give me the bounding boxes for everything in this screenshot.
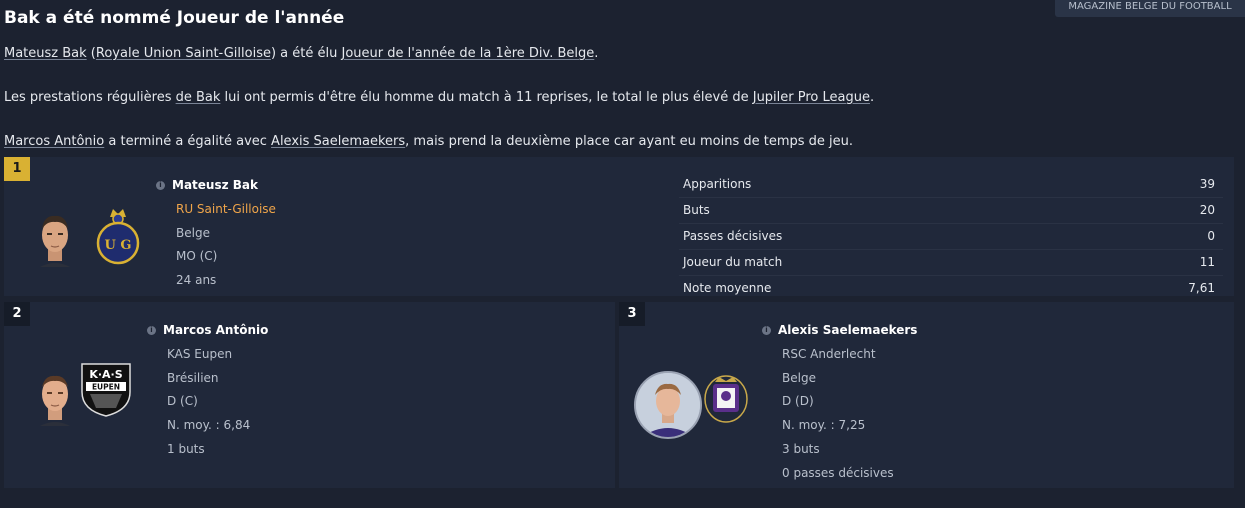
stat-row: Note moyenne 7,61 [683,281,1215,295]
rsca-crest-icon[interactable] [703,374,749,424]
player-club[interactable]: RU Saint-Gilloise [176,202,276,216]
svg-text:K·A·S: K·A·S [89,368,122,381]
news-headline: Bak a été nommé Joueur de l'année [4,8,345,28]
player-rating: N. moy. : 6,84 [167,418,251,432]
player-assists: 0 passes décisives [782,466,894,480]
player-photo-icon [636,373,700,437]
player-position: D (C) [167,394,198,408]
player-name[interactable]: Mateusz Bak [172,178,258,192]
league-link[interactable]: Jupiler Pro League [753,90,870,105]
player-name[interactable]: Alexis Saelemaekers [778,323,917,337]
player-link[interactable]: Marcos Antônio [4,134,104,149]
rank-badge: 2 [4,302,30,326]
player-nationality: Belge [782,371,816,385]
paragraph-2: Les prestations régulières de Bak lui on… [4,90,875,105]
player-photo[interactable] [634,371,702,439]
paragraph-3: Marcos Antônio a terminé a égalité avec … [4,134,854,149]
award-link[interactable]: Joueur de l'année de la 1ère Div. Belge [341,46,594,61]
info-icon[interactable]: i [762,326,771,335]
source-tag: MAGAZINE BELGE DU FOOTBALL [1055,0,1245,17]
player-goals: 3 buts [782,442,820,456]
info-icon[interactable]: i [147,326,156,335]
rank-badge: 3 [619,302,645,326]
svg-text:EUPEN: EUPEN [92,383,120,392]
player-age: 24 ans [176,273,217,287]
player-position: D (D) [782,394,814,408]
kas-eupen-crest-icon[interactable]: K·A·S EUPEN [80,362,132,418]
player-club[interactable]: RSC Anderlecht [782,347,876,361]
stats-table: Apparitions 39 Buts 20 Passes décisives … [679,172,1223,301]
player-link[interactable]: Alexis Saelemaekers [271,134,405,149]
player-face-icon[interactable] [32,209,78,267]
stat-row: Passes décisives 0 [679,224,1223,250]
player-nationality: Brésilien [167,371,219,385]
player-link[interactable]: Mateusz Bak [4,46,87,61]
runner-up-card[interactable]: 2 K·A·S EUPEN i Marcos Antônio KAS Eupen… [4,302,615,488]
player-face-icon[interactable] [32,368,78,426]
player-position: MO (C) [176,249,218,263]
third-place-card[interactable]: 3 i Alexis Saelemaekers RSC Anderlecht B… [619,302,1234,488]
player-goals: 1 buts [167,442,205,456]
player-nationality: Belge [176,226,210,240]
player-club[interactable]: KAS Eupen [167,347,232,361]
club-link[interactable]: Royale Union Saint-Gilloise [96,46,271,61]
usg-crest-icon[interactable]: U G [96,205,140,265]
player-name[interactable]: Marcos Antônio [163,323,268,337]
stat-row: Buts 20 [679,198,1223,224]
paragraph-1: Mateusz Bak (Royale Union Saint-Gilloise… [4,46,599,61]
stat-row: Apparitions 39 [679,172,1223,198]
player-rating: N. moy. : 7,25 [782,418,866,432]
rank-badge: 1 [4,157,30,181]
stat-row: Joueur du match 11 [679,250,1223,276]
player-link[interactable]: de Bak [176,90,221,105]
svg-text:U G: U G [105,238,132,253]
info-icon[interactable]: i [156,181,165,190]
